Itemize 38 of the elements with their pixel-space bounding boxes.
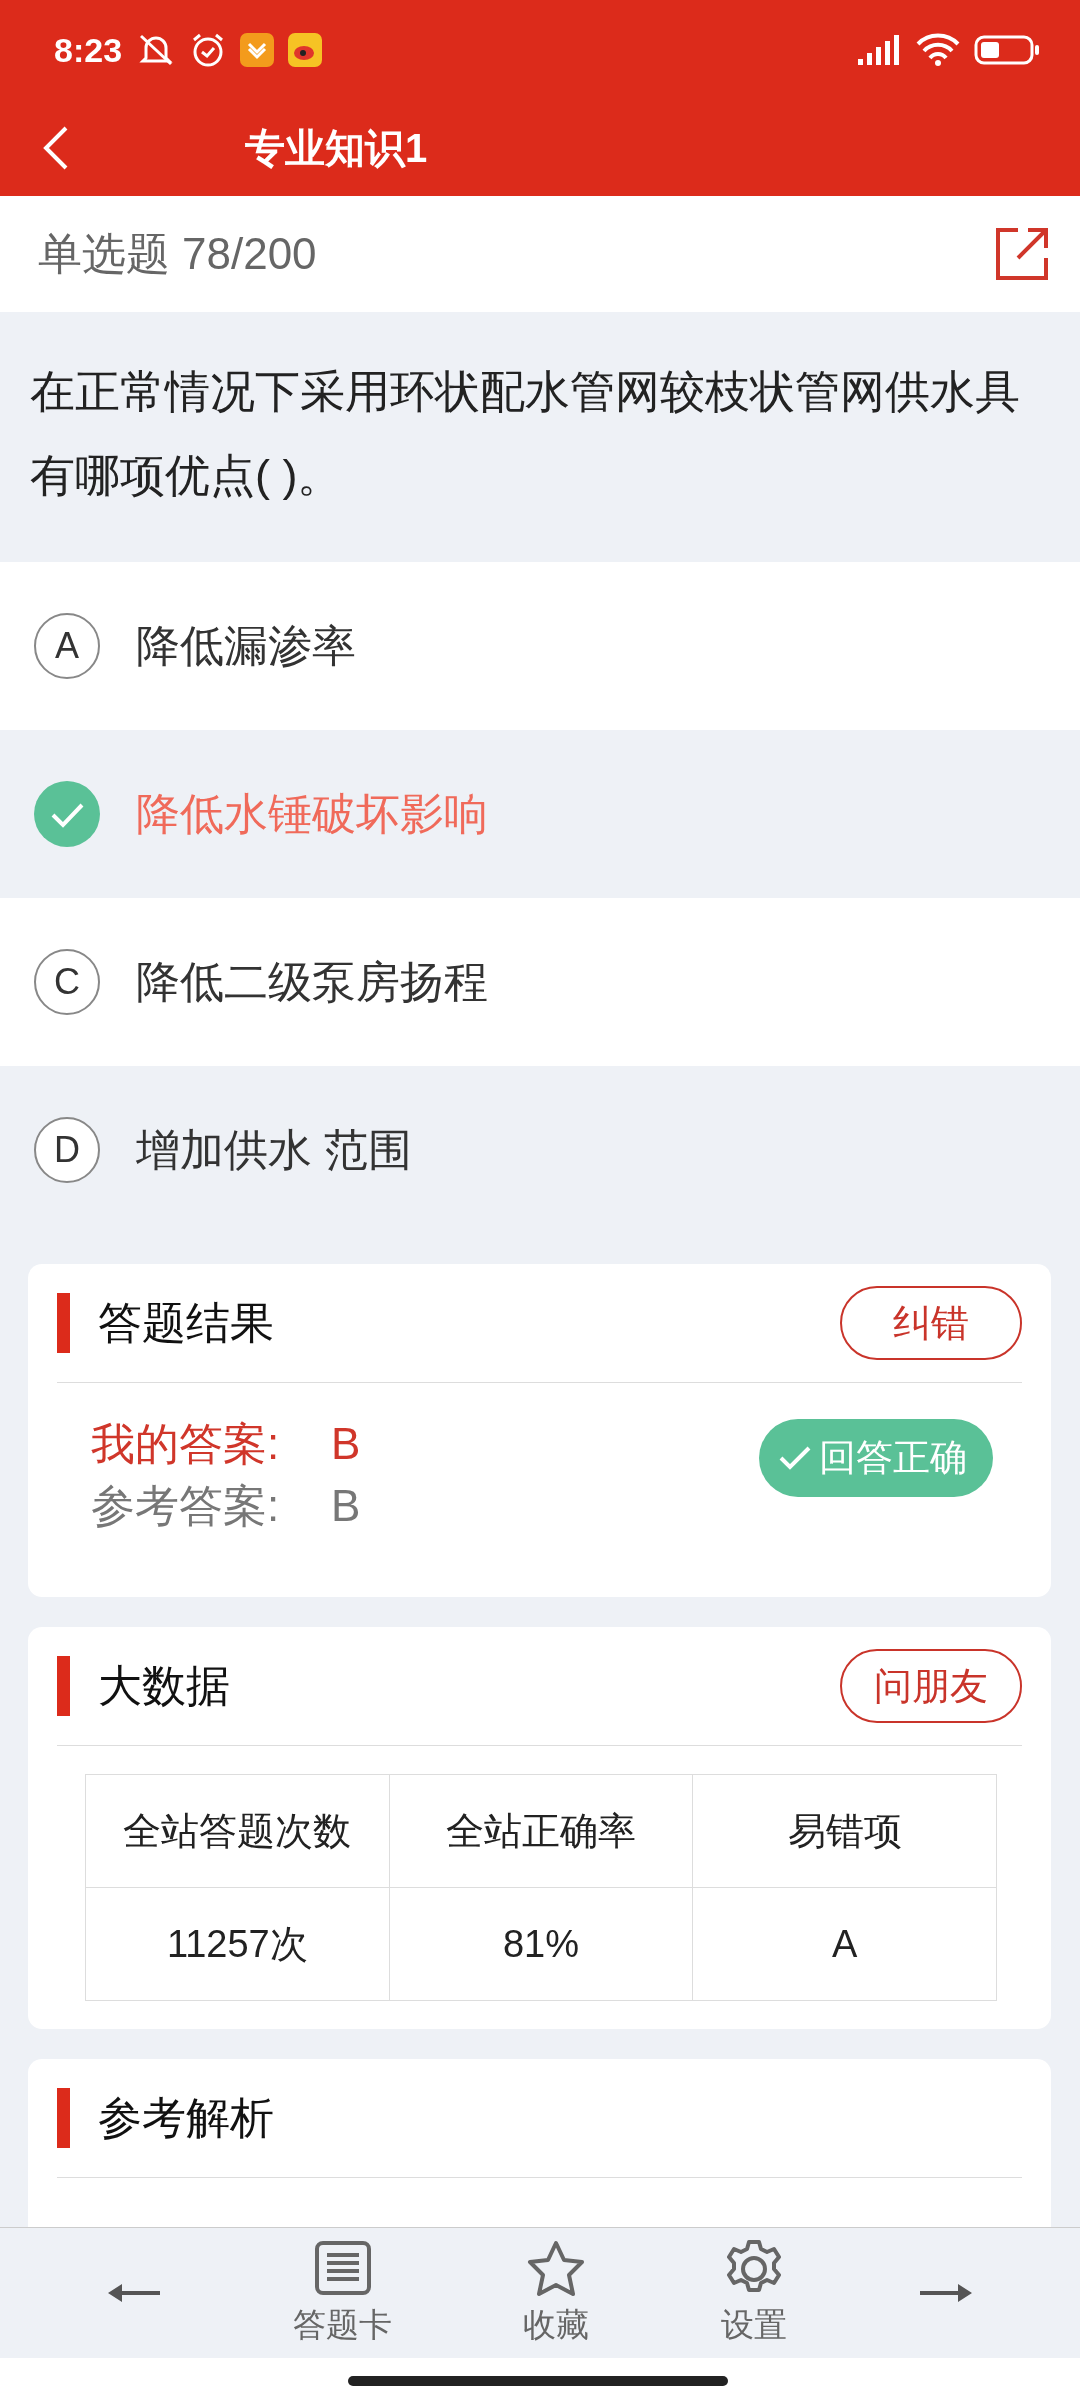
option-letter: D <box>34 1117 100 1183</box>
wifi-icon <box>916 33 960 67</box>
card-title: 大数据 <box>98 1659 231 1712</box>
table-cell: 81% <box>389 1887 693 2001</box>
ask-friend-button[interactable]: 问朋友 <box>840 1649 1022 1723</box>
my-answer: 我的答案: B <box>91 1418 361 1470</box>
toolbar-button[interactable]: 设置 <box>720 2238 787 2348</box>
table-header: 全站答题次数 <box>85 1774 390 1888</box>
page-title: 专业知识1 <box>245 124 428 172</box>
table-header: 全站正确率 <box>389 1774 693 1888</box>
option-text: 降低漏渗率 <box>136 619 356 672</box>
question-counter: 78/200 <box>182 229 317 279</box>
reference-answer: 参考答案: B <box>91 1480 361 1532</box>
battery-icon <box>974 34 1040 66</box>
toolbar-button[interactable]: 答题卡 <box>293 2238 393 2348</box>
table-cell: 11257次 <box>85 1887 390 2001</box>
result-badge: 回答正确 <box>759 1419 993 1497</box>
card-title: 答题结果 <box>98 1296 275 1349</box>
question-type: 单选题 <box>38 227 170 280</box>
answer-option[interactable]: A 降低漏渗率 <box>0 562 1080 730</box>
app-notification-icon <box>240 33 275 67</box>
section-marker <box>57 2088 70 2148</box>
option-letter: A <box>34 613 100 679</box>
answer-option[interactable]: C 降低二级泵房扬程 <box>0 898 1080 1066</box>
status-time: 8:23 <box>54 30 123 70</box>
section-marker <box>57 1293 70 1353</box>
section-marker <box>57 1656 70 1716</box>
question-text: 在正常情况下采用环状配水管网较枝状管网供水具有哪项优点( )。 <box>29 365 1021 503</box>
report-error-button[interactable]: 纠错 <box>840 1286 1022 1360</box>
option-text: 增加供水 范围 <box>136 1123 413 1176</box>
app-notification-icon <box>288 33 323 67</box>
table-cell: A <box>692 1887 997 2001</box>
table-header: 易错项 <box>692 1774 997 1888</box>
option-letter: C <box>34 949 100 1015</box>
option-text: 降低二级泵房扬程 <box>136 955 488 1008</box>
option-text: 降低水锤破坏影响 <box>136 787 488 840</box>
toolbar-button[interactable]: 收藏 <box>523 2238 590 2348</box>
card-title: 参考解析 <box>98 2091 275 2144</box>
